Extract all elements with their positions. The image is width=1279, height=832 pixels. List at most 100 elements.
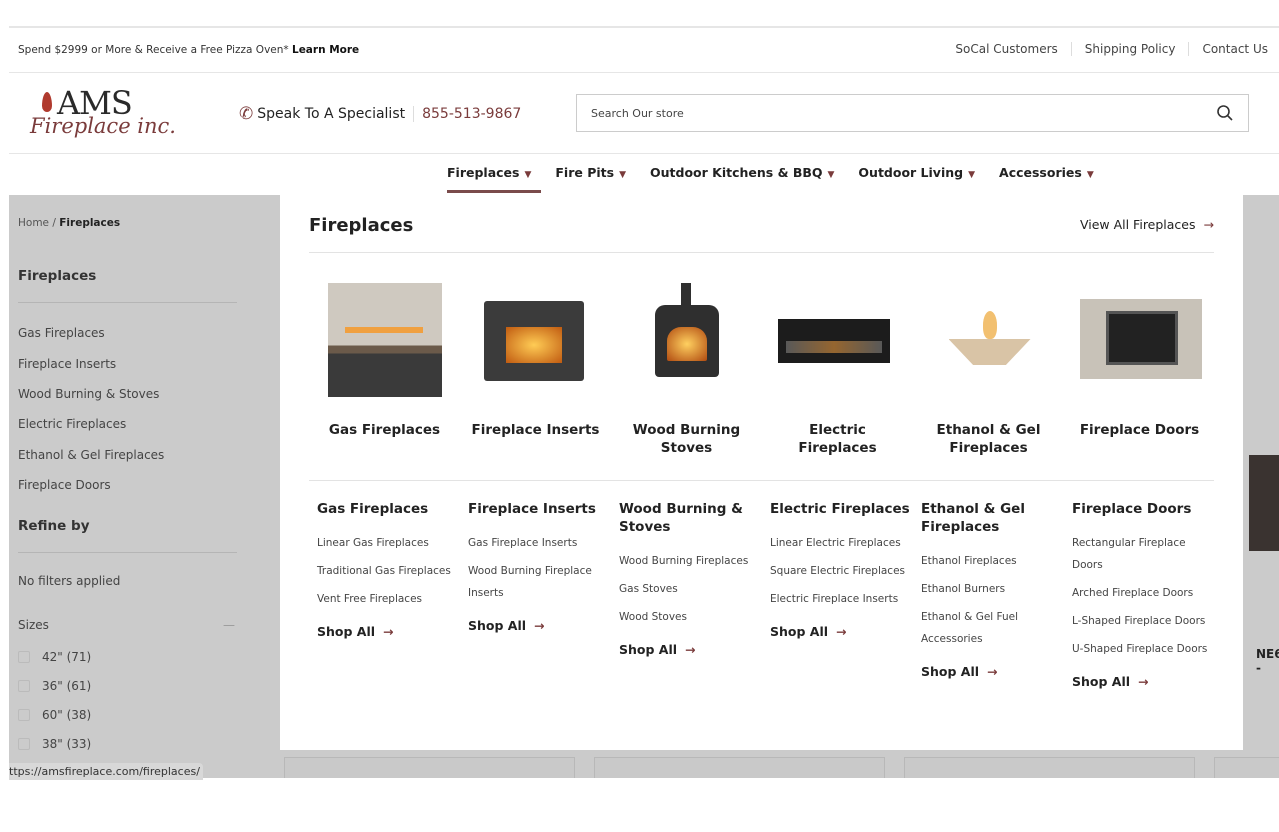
product-image <box>1249 455 1279 551</box>
shipping-policy-link[interactable]: Shipping Policy <box>1070 42 1189 56</box>
sidebar-title: Fireplaces <box>18 268 97 284</box>
column-heading[interactable]: Wood Burning & Stoves <box>619 500 762 536</box>
phone-icon: ✆ <box>239 104 254 124</box>
menu-link[interactable]: Rectangular Fireplace Doors <box>1072 532 1215 576</box>
shop-all-link[interactable]: Shop All → <box>468 618 611 633</box>
menu-link[interactable]: Ethanol & Gel Fuel Accessories <box>921 606 1064 650</box>
view-all-link[interactable]: View All Fireplaces → <box>1080 217 1214 232</box>
sidebar-item-electric[interactable]: Electric Fireplaces <box>18 417 126 431</box>
caret-down-icon: ▼ <box>1086 170 1094 180</box>
menu-link[interactable]: Square Electric Fireplaces <box>770 560 913 582</box>
menu-link[interactable]: Electric Fireplace Inserts <box>770 588 913 610</box>
menu-column: Gas Fireplaces Linear Gas Fireplaces Tradi… <box>309 500 460 639</box>
arrow-right-icon: → <box>987 664 998 679</box>
product-card[interactable] <box>1214 757 1279 778</box>
menu-link[interactable]: Traditional Gas Fireplaces <box>317 560 460 582</box>
menu-link[interactable]: Wood Stoves <box>619 606 762 628</box>
menu-link[interactable]: Linear Gas Fireplaces <box>317 532 460 554</box>
size-checkbox[interactable] <box>18 738 30 750</box>
divider <box>309 480 1214 481</box>
menu-link[interactable]: Ethanol Burners <box>921 578 1064 600</box>
menu-link[interactable]: Gas Fireplace Inserts <box>468 532 611 554</box>
shop-all-link[interactable]: Shop All → <box>1072 674 1215 689</box>
status-bar-url: ttps://amsfireplace.com/fireplaces/ <box>9 763 203 780</box>
no-filters-text: No filters applied <box>18 574 121 588</box>
breadcrumb-home[interactable]: Home <box>18 217 49 229</box>
tile-fireplace-doors[interactable]: Fireplace Doors <box>1064 275 1215 439</box>
fireplace-door-image <box>1079 275 1202 395</box>
product-card[interactable] <box>284 757 575 778</box>
divider <box>9 153 1279 154</box>
electric-fireplace-image <box>777 275 898 395</box>
divider <box>18 552 237 553</box>
product-card[interactable] <box>904 757 1195 778</box>
tile-fireplace-inserts[interactable]: Fireplace Inserts <box>460 275 611 439</box>
divider <box>309 252 1214 253</box>
size-checkbox[interactable] <box>18 651 30 663</box>
column-heading[interactable]: Gas Fireplaces <box>317 500 460 518</box>
learn-more-link[interactable]: Learn More <box>292 44 359 56</box>
logo[interactable]: AMS Fireplace inc. <box>30 84 180 142</box>
menu-column: Fireplace Doors Rectangular Fireplace Doo… <box>1064 500 1215 689</box>
arrow-right-icon: → <box>534 618 545 633</box>
column-heading[interactable]: Fireplace Doors <box>1072 500 1215 518</box>
nav-fireplaces[interactable]: Fireplaces ▼ <box>447 165 542 193</box>
shop-all-link[interactable]: Shop All → <box>921 664 1064 679</box>
arrow-right-icon: → <box>1203 217 1214 232</box>
sidebar-item-doors[interactable]: Fireplace Doors <box>18 478 111 492</box>
menu-link[interactable]: Wood Burning Fireplaces <box>619 550 762 572</box>
menu-link[interactable]: Vent Free Fireplaces <box>317 588 460 610</box>
nav-outdoor-kitchens[interactable]: Outdoor Kitchens & BBQ ▼ <box>650 165 834 180</box>
search-input[interactable]: Search Our store <box>576 94 1249 132</box>
size-checkbox[interactable] <box>18 680 30 692</box>
menu-column: Ethanol & Gel Fireplaces Ethanol Fireplac… <box>913 500 1064 679</box>
menu-link[interactable]: Gas Stoves <box>619 578 762 600</box>
column-heading[interactable]: Electric Fireplaces <box>770 500 913 518</box>
menu-column: Fireplace Inserts Gas Fireplace Inserts Wo… <box>460 500 611 633</box>
insert-image <box>476 275 596 395</box>
arrow-right-icon: → <box>836 624 847 639</box>
sizes-heading[interactable]: Sizes <box>18 618 49 632</box>
breadcrumb: Home / Fireplaces <box>18 217 121 229</box>
top-divider <box>9 26 1279 28</box>
phone-number-link[interactable]: 855-513-9867 <box>413 106 521 122</box>
nav-fire-pits[interactable]: Fire Pits ▼ <box>555 165 626 180</box>
main-nav: Fireplaces ▼ Fire Pits ▼ Outdoor Kitchens … <box>447 165 1118 193</box>
sidebar-item-inserts[interactable]: Fireplace Inserts <box>18 357 116 371</box>
tile-gas-fireplaces[interactable]: Gas Fireplaces <box>309 275 460 439</box>
menu-link[interactable]: Ethanol Fireplaces <box>921 550 1064 572</box>
menu-link[interactable]: L-Shaped Fireplace Doors <box>1072 610 1215 632</box>
sidebar-item-gas[interactable]: Gas Fireplaces <box>18 326 105 340</box>
caret-down-icon: ▼ <box>968 170 976 180</box>
product-card[interactable] <box>594 757 885 778</box>
contact-us-link[interactable]: Contact Us <box>1188 42 1268 56</box>
fireplaces-mega-menu: Fireplaces View All Fireplaces → Gas Fire… <box>280 195 1243 750</box>
menu-column: Electric Fireplaces Linear Electric Firep… <box>762 500 913 639</box>
flame-icon <box>42 92 52 112</box>
fire-bowl-image <box>929 275 1049 395</box>
stove-image <box>627 275 747 395</box>
nav-accessories[interactable]: Accessories ▼ <box>999 165 1094 180</box>
column-heading[interactable]: Fireplace Inserts <box>468 500 611 518</box>
tile-electric-fireplaces[interactable]: Electric Fireplaces <box>762 275 913 457</box>
menu-link[interactable]: Wood Burning Fireplace Inserts <box>468 560 611 604</box>
collapse-icon[interactable]: — <box>223 618 235 632</box>
tile-wood-burning-stoves[interactable]: Wood Burning Stoves <box>611 275 762 457</box>
size-checkbox[interactable] <box>18 709 30 721</box>
sidebar-item-ethanol[interactable]: Ethanol & Gel Fireplaces <box>18 448 164 462</box>
menu-link[interactable]: U-Shaped Fireplace Doors <box>1072 638 1215 660</box>
sidebar-item-wood[interactable]: Wood Burning & Stoves <box>18 387 159 401</box>
menu-title: Fireplaces <box>309 215 414 236</box>
menu-link[interactable]: Linear Electric Fireplaces <box>770 532 913 554</box>
shop-all-link[interactable]: Shop All → <box>317 624 460 639</box>
tile-ethanol-gel[interactable]: Ethanol & Gel Fireplaces <box>913 275 1064 457</box>
nav-outdoor-living[interactable]: Outdoor Living ▼ <box>858 165 975 180</box>
shop-all-link[interactable]: Shop All → <box>770 624 913 639</box>
promo-banner: Spend $2999 or More & Receive a Free Piz… <box>18 44 360 56</box>
shop-all-link[interactable]: Shop All → <box>619 642 762 657</box>
top-links: SoCal Customers Shipping Policy Contact … <box>942 42 1268 56</box>
socal-customers-link[interactable]: SoCal Customers <box>942 42 1070 56</box>
column-heading[interactable]: Ethanol & Gel Fireplaces <box>921 500 1064 536</box>
menu-link[interactable]: Arched Fireplace Doors <box>1072 582 1215 604</box>
search-icon[interactable] <box>1216 104 1234 122</box>
